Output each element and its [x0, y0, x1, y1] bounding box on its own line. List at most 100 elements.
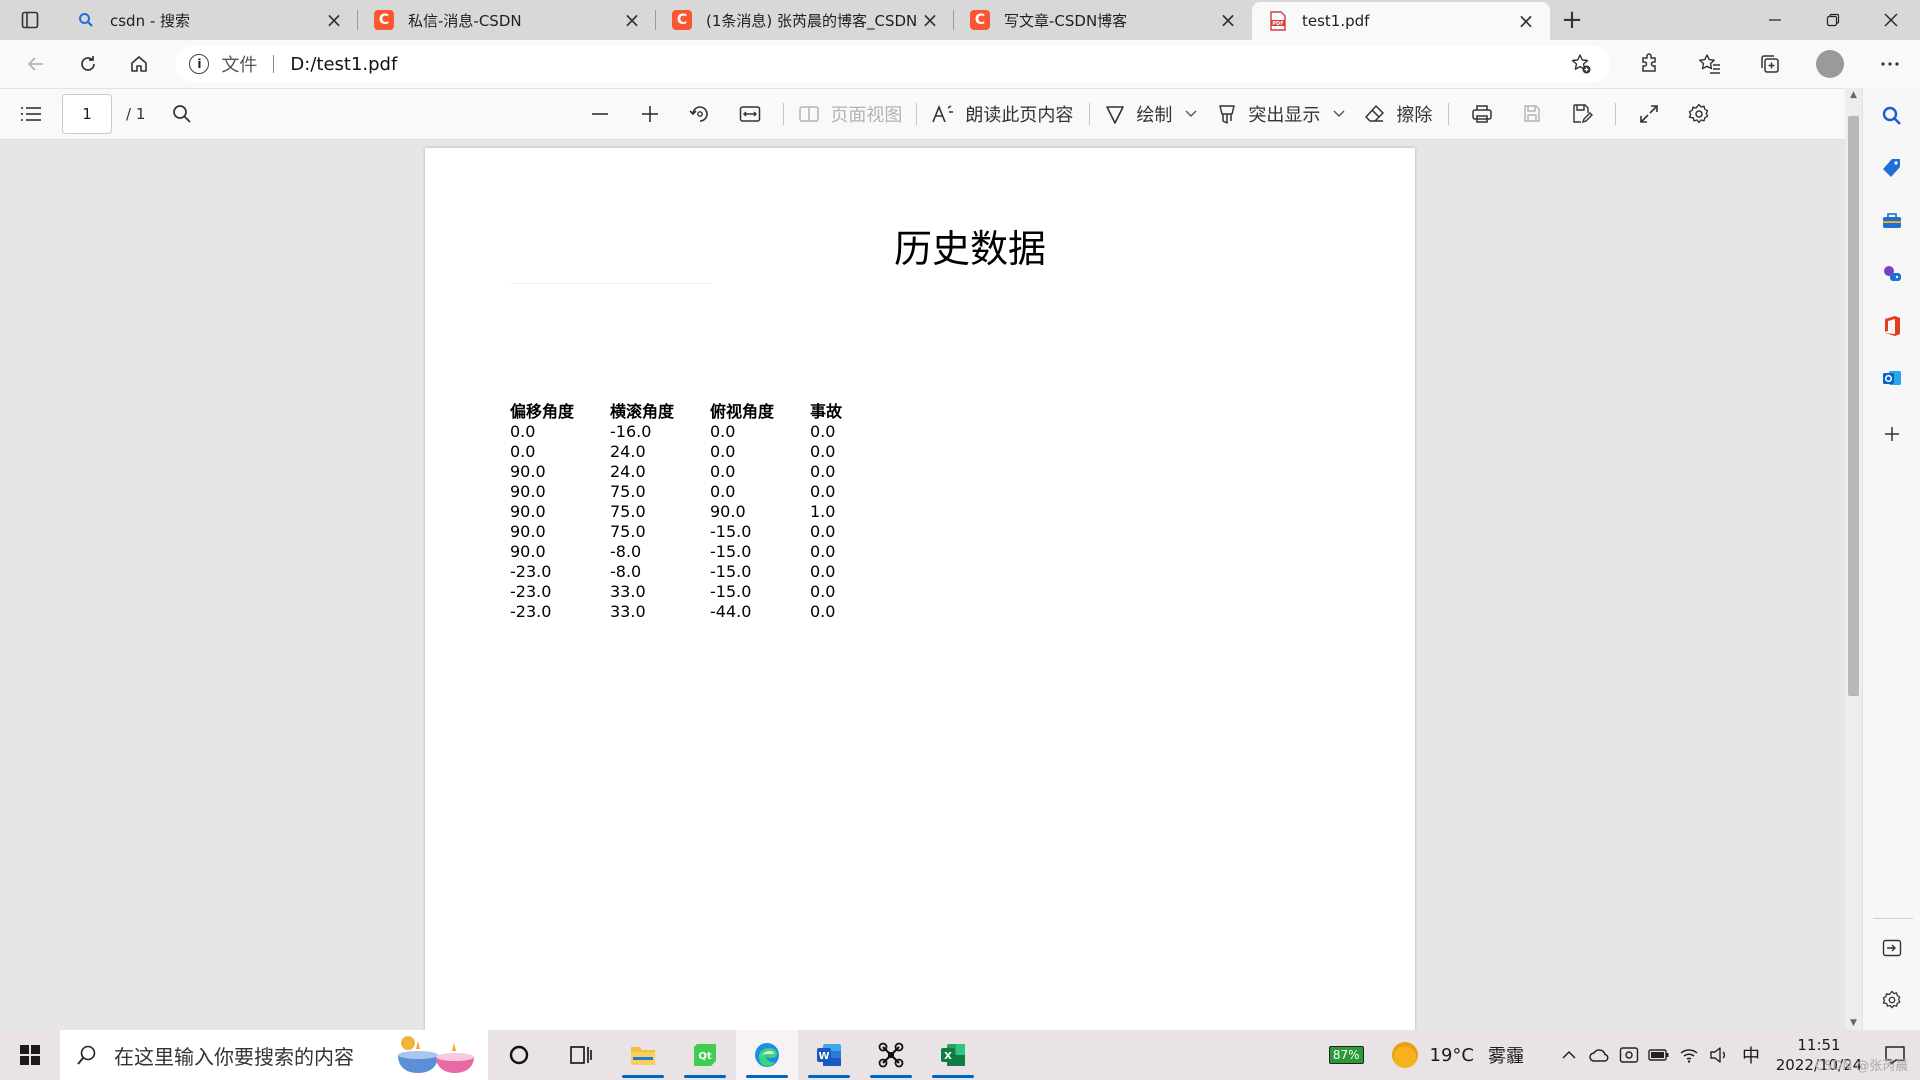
collections-button[interactable] [1740, 44, 1800, 84]
chevron-up-icon [1562, 1050, 1576, 1059]
cortana-button[interactable] [488, 1030, 550, 1080]
extensions-button[interactable] [1620, 44, 1680, 84]
close-tab-button[interactable]: × [322, 8, 346, 32]
onedrive-button[interactable] [1584, 1047, 1614, 1063]
close-tab-button[interactable]: × [918, 8, 942, 32]
highlighter-icon [1219, 105, 1236, 124]
network-button[interactable] [1674, 1047, 1704, 1063]
start-button[interactable] [0, 1030, 60, 1080]
table-cell: 0.0 [810, 462, 836, 481]
power-button[interactable] [1644, 1049, 1674, 1061]
tab-csdn-blog[interactable]: C (1条消息) 张芮晨的博客_CSDN博 × [656, 0, 954, 40]
table-cell: -15.0 [710, 542, 752, 561]
rotate-button[interactable] [677, 94, 723, 134]
highlight-options-chevron[interactable] [1324, 110, 1354, 118]
refresh-button[interactable] [62, 44, 114, 84]
fullscreen-button[interactable] [1626, 94, 1672, 134]
printer-icon [1472, 105, 1493, 123]
show-hidden-icons-button[interactable] [1554, 1050, 1584, 1060]
close-tab-button[interactable]: × [620, 8, 644, 32]
clock-time: 11:51 [1797, 1036, 1841, 1054]
restore-button[interactable] [1804, 0, 1862, 40]
url-bar[interactable]: i 文件 D:/test1.pdf [175, 46, 1610, 82]
input-method-indicator[interactable]: 中 [1742, 1042, 1760, 1068]
add-favorite-button[interactable] [1566, 49, 1596, 79]
zoom-out-button[interactable] [577, 94, 623, 134]
taskbar-word[interactable]: W [798, 1030, 860, 1080]
taskbar-qt-creator[interactable]: Qt [674, 1030, 736, 1080]
address-bar: i 文件 D:/test1.pdf [0, 40, 1920, 88]
fit-width-icon [740, 106, 761, 122]
highlight-button[interactable]: 突出显示 [1212, 94, 1324, 134]
sidebar-outlook-button[interactable] [1863, 358, 1920, 398]
page-number-input[interactable]: 1 [62, 94, 112, 134]
table-row: -23.0 33.0 -44.0 0.0 [510, 602, 870, 622]
taskbar-drone-app[interactable] [860, 1030, 922, 1080]
tab-test1-pdf[interactable]: PDF test1.pdf × [1252, 2, 1550, 40]
fit-width-button[interactable] [727, 94, 773, 134]
sidebar-tools-button[interactable] [1863, 201, 1920, 241]
home-button[interactable] [114, 44, 166, 84]
tab-actions-button[interactable] [0, 0, 60, 40]
table-cell: 0.0 [510, 422, 536, 441]
print-button[interactable] [1459, 94, 1505, 134]
back-button[interactable] [10, 44, 62, 84]
vertical-scrollbar[interactable]: ▲ ▼ [1845, 88, 1862, 1030]
tab-csdn-messages[interactable]: C 私信-消息-CSDN × [358, 0, 656, 40]
table-cell: 0.0 [510, 442, 536, 461]
search-icon [76, 10, 96, 30]
tab-csdn-search[interactable]: csdn - 搜索 × [60, 0, 358, 40]
taskbar-edge[interactable] [736, 1030, 798, 1080]
favorites-button[interactable] [1680, 44, 1740, 84]
minimize-button[interactable] [1746, 0, 1804, 40]
tray-app-button[interactable] [1614, 1046, 1644, 1064]
sidebar-settings-button[interactable] [1863, 980, 1920, 1020]
close-tab-button[interactable]: × [1216, 8, 1240, 32]
url-text[interactable]: D:/test1.pdf [290, 54, 397, 75]
edge-sidebar [1862, 88, 1920, 1030]
zoom-in-button[interactable] [627, 94, 673, 134]
scrollbar-thumb[interactable] [1848, 116, 1859, 696]
tab-csdn-write[interactable]: C 写文章-CSDN博客 × [954, 0, 1252, 40]
sidebar-games-button[interactable] [1863, 254, 1920, 294]
contents-button[interactable] [8, 94, 54, 134]
table-cell: -23.0 [510, 582, 552, 601]
folder-icon [631, 1047, 655, 1065]
new-tab-button[interactable]: + [1550, 0, 1594, 40]
sidebar-add-button[interactable] [1863, 414, 1920, 454]
scroll-up-arrow[interactable]: ▲ [1845, 88, 1862, 102]
sidebar-hide-button[interactable] [1863, 928, 1920, 968]
more-menu-button[interactable] [1860, 44, 1920, 84]
sidebar-shopping-button[interactable] [1863, 148, 1920, 188]
table-cell: 90.0 [710, 502, 746, 521]
home-icon [131, 56, 148, 72]
sidebar-search-button[interactable] [1863, 96, 1920, 136]
close-tab-button[interactable]: × [1514, 9, 1538, 33]
draw-options-chevron[interactable] [1176, 110, 1206, 118]
volume-button[interactable] [1704, 1047, 1734, 1063]
erase-button[interactable]: 擦除 [1360, 94, 1436, 134]
taskbar-excel[interactable]: X [922, 1030, 984, 1080]
table-row: 90.0 -8.0 -15.0 0.0 [510, 542, 870, 562]
save-button[interactable] [1509, 94, 1555, 134]
scroll-down-arrow[interactable]: ▼ [1845, 1016, 1862, 1030]
chevron-down-icon [1185, 110, 1197, 117]
draw-button[interactable]: 绘制 [1100, 94, 1176, 134]
page-view-button[interactable]: 页面视图 [794, 94, 906, 134]
task-view-icon [570, 1046, 592, 1064]
read-aloud-button[interactable]: 朗读此页内容 [927, 94, 1077, 134]
task-view-button[interactable] [550, 1030, 612, 1080]
weather-widget[interactable]: 19°C 雾霾 [1391, 1042, 1524, 1068]
taskbar-search-box[interactable]: 在这里输入你要搜索的内容 [60, 1030, 488, 1080]
battery-indicator[interactable]: 87% [1328, 1046, 1364, 1064]
find-button[interactable] [159, 94, 205, 134]
read-aloud-icon [932, 104, 954, 123]
info-icon[interactable]: i [189, 54, 210, 74]
taskbar-file-explorer[interactable] [612, 1030, 674, 1080]
settings-button[interactable] [1676, 94, 1722, 134]
close-window-button[interactable] [1862, 0, 1920, 40]
profile-avatar[interactable] [1815, 50, 1844, 78]
sidebar-office-button[interactable] [1863, 306, 1920, 346]
table-cell: -23.0 [510, 562, 552, 581]
save-as-button[interactable] [1559, 94, 1605, 134]
